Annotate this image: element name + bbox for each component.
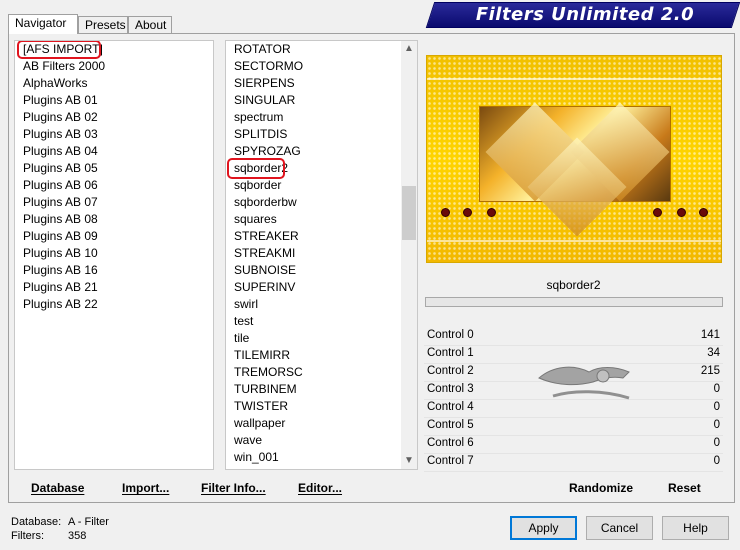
preview-center — [479, 102, 671, 237]
preview-dot — [677, 208, 686, 217]
category-item[interactable]: Plugins AB 08 — [23, 211, 98, 228]
apply-button[interactable]: Apply — [510, 516, 577, 540]
preview-dot — [463, 208, 472, 217]
scroll-down-icon[interactable]: ▼ — [401, 453, 417, 469]
filter-info-button[interactable]: Filter Info... — [201, 481, 266, 495]
filter-item[interactable]: TREMORSC — [234, 364, 303, 381]
control-label: Control 1 — [427, 347, 474, 359]
control-value[interactable]: 0 — [714, 437, 720, 449]
control-label: Control 7 — [427, 455, 474, 467]
control-row[interactable]: Control 0 141 — [424, 328, 723, 346]
category-item[interactable]: Plugins AB 07 — [23, 194, 98, 211]
control-value[interactable]: 0 — [714, 401, 720, 413]
category-item[interactable]: Plugins AB 16 — [23, 262, 98, 279]
control-label: Control 4 — [427, 401, 474, 413]
watermark-logo — [538, 366, 630, 400]
scrollbar-thumb[interactable] — [402, 186, 416, 240]
database-value: A - Filter — [68, 516, 109, 528]
category-item[interactable]: Plugins AB 03 — [23, 126, 98, 143]
category-item[interactable]: Plugins AB 10 — [23, 245, 98, 262]
selected-category-highlight — [17, 41, 101, 59]
preview-dot — [653, 208, 662, 217]
filter-item[interactable]: wallpaper — [234, 415, 285, 432]
filter-item[interactable]: sqborder — [234, 177, 281, 194]
reset-button[interactable]: Reset — [668, 481, 701, 495]
category-list[interactable]: [AFS IMPORT] AB Filters 2000 AlphaWorks … — [14, 40, 214, 470]
category-item[interactable]: Plugins AB 02 — [23, 109, 98, 126]
tab-navigator[interactable]: Navigator — [8, 14, 78, 34]
randomize-button[interactable]: Randomize — [569, 481, 633, 495]
filters-label: Filters: — [11, 530, 44, 542]
preview-dot — [441, 208, 450, 217]
database-button[interactable]: Database — [31, 481, 84, 495]
filter-item[interactable]: spectrum — [234, 109, 283, 126]
filter-item[interactable]: wave — [234, 432, 262, 449]
category-item[interactable]: Plugins AB 04 — [23, 143, 98, 160]
filter-item[interactable]: TILEMIRR — [234, 347, 290, 364]
filter-item[interactable]: SPLITDIS — [234, 126, 287, 143]
filter-item[interactable]: ROTATOR — [234, 41, 291, 58]
filter-item[interactable]: TWISTER — [234, 398, 288, 415]
progress-bar — [425, 297, 723, 307]
filter-item[interactable]: sqborderbw — [234, 194, 297, 211]
editor-button[interactable]: Editor... — [298, 481, 342, 495]
control-row[interactable]: Control 6 0 — [424, 436, 723, 454]
control-value[interactable]: 215 — [701, 365, 720, 377]
control-label: Control 5 — [427, 419, 474, 431]
category-item[interactable]: Plugins AB 22 — [23, 296, 98, 313]
control-row[interactable]: Control 5 0 — [424, 418, 723, 436]
preview-dot — [487, 208, 496, 217]
control-label: Control 2 — [427, 365, 474, 377]
cancel-button[interactable]: Cancel — [586, 516, 653, 540]
control-value[interactable]: 0 — [714, 383, 720, 395]
filter-item[interactable]: STREAKMI — [234, 245, 295, 262]
filter-item[interactable]: swirl — [234, 296, 258, 313]
filter-item[interactable]: TURBINEM — [234, 381, 297, 398]
help-button[interactable]: Help — [662, 516, 729, 540]
scroll-up-icon[interactable]: ▲ — [401, 41, 417, 57]
control-row[interactable]: Control 7 0 — [424, 454, 723, 472]
import-button[interactable]: Import... — [122, 481, 169, 495]
control-label: Control 6 — [427, 437, 474, 449]
control-value[interactable]: 34 — [707, 347, 720, 359]
filter-preview-image — [426, 55, 722, 263]
filter-list[interactable]: ROTATOR SECTORMO SIERPENS SINGULAR spect… — [225, 40, 418, 470]
category-item[interactable]: Plugins AB 21 — [23, 279, 98, 296]
filter-name: sqborder2 — [424, 274, 723, 296]
filter-item[interactable]: SUBNOISE — [234, 262, 296, 279]
control-value[interactable]: 0 — [714, 419, 720, 431]
control-label: Control 3 — [427, 383, 474, 395]
filter-item[interactable]: win_001 — [234, 449, 279, 466]
preview-stripe — [427, 78, 721, 80]
filter-item[interactable]: SECTORMO — [234, 58, 303, 75]
database-label: Database: — [11, 516, 62, 528]
control-value[interactable]: 0 — [714, 455, 720, 467]
category-item[interactable]: Plugins AB 09 — [23, 228, 98, 245]
filters-count: 358 — [68, 530, 87, 542]
tab-presets[interactable]: Presets — [78, 16, 128, 33]
filter-item[interactable]: squares — [234, 211, 277, 228]
control-label: Control 0 — [427, 329, 474, 341]
category-item[interactable]: Plugins AB 06 — [23, 177, 98, 194]
tab-about[interactable]: About — [128, 16, 172, 33]
filter-item[interactable]: SIERPENS — [234, 75, 295, 92]
preview-dot — [699, 208, 708, 217]
selected-filter-highlight — [227, 158, 285, 179]
filter-item[interactable]: STREAKER — [234, 228, 299, 245]
title-text: Filters Unlimited 2.0 — [475, 4, 695, 25]
filter-item[interactable]: SUPERINV — [234, 279, 295, 296]
filter-item[interactable]: tile — [234, 330, 249, 347]
category-item[interactable]: AB Filters 2000 — [23, 58, 105, 75]
control-value[interactable]: 141 — [701, 329, 720, 341]
filter-item[interactable]: SINGULAR — [234, 92, 295, 109]
filter-item[interactable]: win_002 — [234, 466, 279, 469]
filter-list-scrollbar[interactable]: ▲ ▼ — [401, 41, 417, 469]
category-item[interactable]: Plugins AB 01 — [23, 92, 98, 109]
filter-item[interactable]: test — [234, 313, 253, 330]
category-item[interactable]: AlphaWorks — [23, 75, 87, 92]
category-item[interactable]: Plugins AB 05 — [23, 160, 98, 177]
preview-stripe — [427, 240, 721, 242]
